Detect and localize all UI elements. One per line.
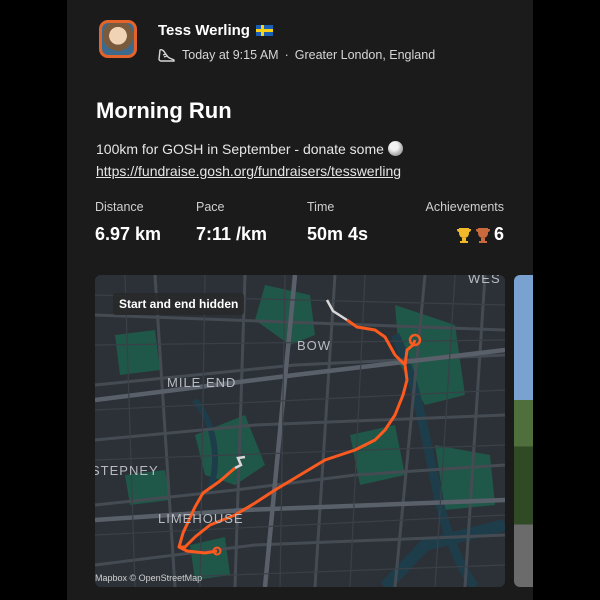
- achievements-value: 6: [425, 224, 504, 245]
- activity-card[interactable]: Tess Werling Today at 9:15 AM · Greater …: [67, 0, 533, 600]
- map-label: LIMEHOUSE: [158, 511, 244, 526]
- map-label: STEPNEY: [95, 463, 159, 478]
- gold-trophy-icon: [456, 227, 471, 243]
- stat-label: Distance: [95, 200, 144, 214]
- moon-icon: [387, 141, 403, 156]
- stat-value: 50m 4s: [307, 224, 369, 244]
- sweden-flag-icon: [255, 25, 273, 36]
- athlete-name-row[interactable]: Tess Werling: [158, 22, 273, 39]
- activity-description: 100km for GOSH in September - donate som…: [96, 138, 516, 182]
- separator: ·: [284, 48, 289, 62]
- map-badge: Start and end hidden: [113, 293, 245, 315]
- activity-title[interactable]: Morning Run: [96, 98, 232, 124]
- map-canvas[interactable]: BOW MILE END STEPNEY LIMEHOUSE WES: [95, 275, 505, 587]
- stat-pace: Pace 7:11 /km: [196, 200, 267, 245]
- stat-value: 7:11 /km: [196, 224, 268, 244]
- bronze-trophy-icon: [475, 227, 490, 243]
- route-map[interactable]: BOW MILE END STEPNEY LIMEHOUSE WES Start…: [95, 275, 505, 587]
- achievements-count: 6: [493, 224, 504, 244]
- map-label: BOW: [297, 338, 331, 353]
- stats-row: Distance 6.97 km Pace 7:11 /km Time 50m …: [67, 200, 533, 250]
- map-label: MILE END: [167, 375, 236, 390]
- activity-photo[interactable]: [514, 275, 533, 587]
- location: Greater London, England: [294, 48, 436, 62]
- map-label: WES: [468, 275, 501, 286]
- activity-meta: Today at 9:15 AM · Greater London, Engla…: [158, 47, 435, 63]
- fundraiser-link[interactable]: https://fundraise.gosh.org/fundraisers/t…: [96, 160, 516, 182]
- shoe-icon: [158, 49, 175, 62]
- timestamp: Today at 9:15 AM: [182, 48, 279, 62]
- map-attribution[interactable]: Mapbox © OpenStreetMap: [95, 573, 202, 583]
- stat-value: 6.97 km: [95, 224, 162, 244]
- stat-label: Time: [307, 200, 335, 214]
- avatar[interactable]: [99, 20, 137, 58]
- stat-label: Pace: [196, 200, 225, 214]
- description-text: 100km for GOSH in September - donate som…: [96, 141, 384, 157]
- stat-time: Time 50m 4s: [307, 200, 368, 245]
- stat-label: Achievements: [425, 200, 504, 214]
- athlete-name[interactable]: Tess Werling: [158, 22, 250, 39]
- stat-achievements[interactable]: Achievements 6: [425, 200, 504, 245]
- stat-distance: Distance 6.97 km: [95, 200, 161, 245]
- park-area: [115, 330, 160, 375]
